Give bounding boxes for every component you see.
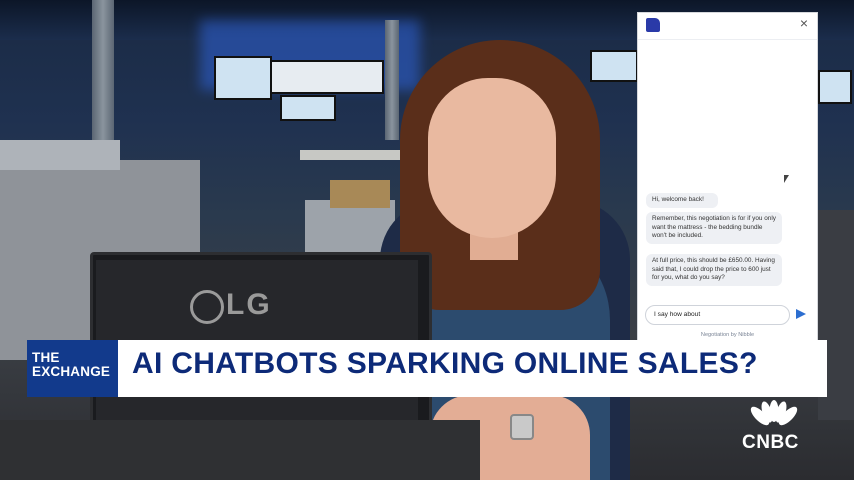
network-logo-text: CNBC: [742, 432, 799, 453]
wristwatch: [510, 414, 534, 440]
studio-pillar: [92, 0, 114, 150]
show-name-line2: EXCHANGE: [32, 364, 111, 379]
background-screen: [270, 60, 384, 94]
close-button[interactable]: ×: [800, 15, 808, 31]
background-screen: [280, 95, 336, 121]
background-screen: [590, 50, 638, 82]
anchor-face: [428, 78, 556, 238]
powered-by-label: Negotiation by Nibble: [700, 332, 755, 338]
monitor-brand: LG: [226, 288, 272, 321]
chat-header-divider: [638, 39, 817, 40]
chat-message: Hi, welcome back!: [646, 193, 718, 208]
keyboard: [0, 420, 480, 480]
chat-message: Remember, this negotiation is for if you…: [646, 212, 782, 244]
send-icon[interactable]: [796, 309, 806, 319]
chat-logo-icon: [646, 18, 660, 32]
message-input[interactable]: I say how about: [645, 305, 790, 325]
chat-message: At full price, this should be £650.00. H…: [646, 254, 782, 286]
show-brand-box: THE EXCHANGE: [27, 340, 111, 397]
lower-third-separator: [111, 340, 118, 397]
lg-logo-icon: [190, 290, 224, 324]
mouse-cursor-icon: [784, 175, 789, 183]
background-screen: [214, 56, 272, 100]
studio-pillar: [385, 20, 399, 140]
desk: [300, 150, 415, 160]
show-name-line1: THE: [32, 350, 60, 365]
headline-text: AI CHATBOTS SPARKING ONLINE SALES?: [132, 347, 758, 380]
background-screen: [818, 70, 852, 104]
office-partition: [0, 140, 120, 170]
cardboard-box: [330, 180, 390, 208]
chat-widget: × Hi, welcome back! Remember, this negot…: [637, 12, 818, 345]
